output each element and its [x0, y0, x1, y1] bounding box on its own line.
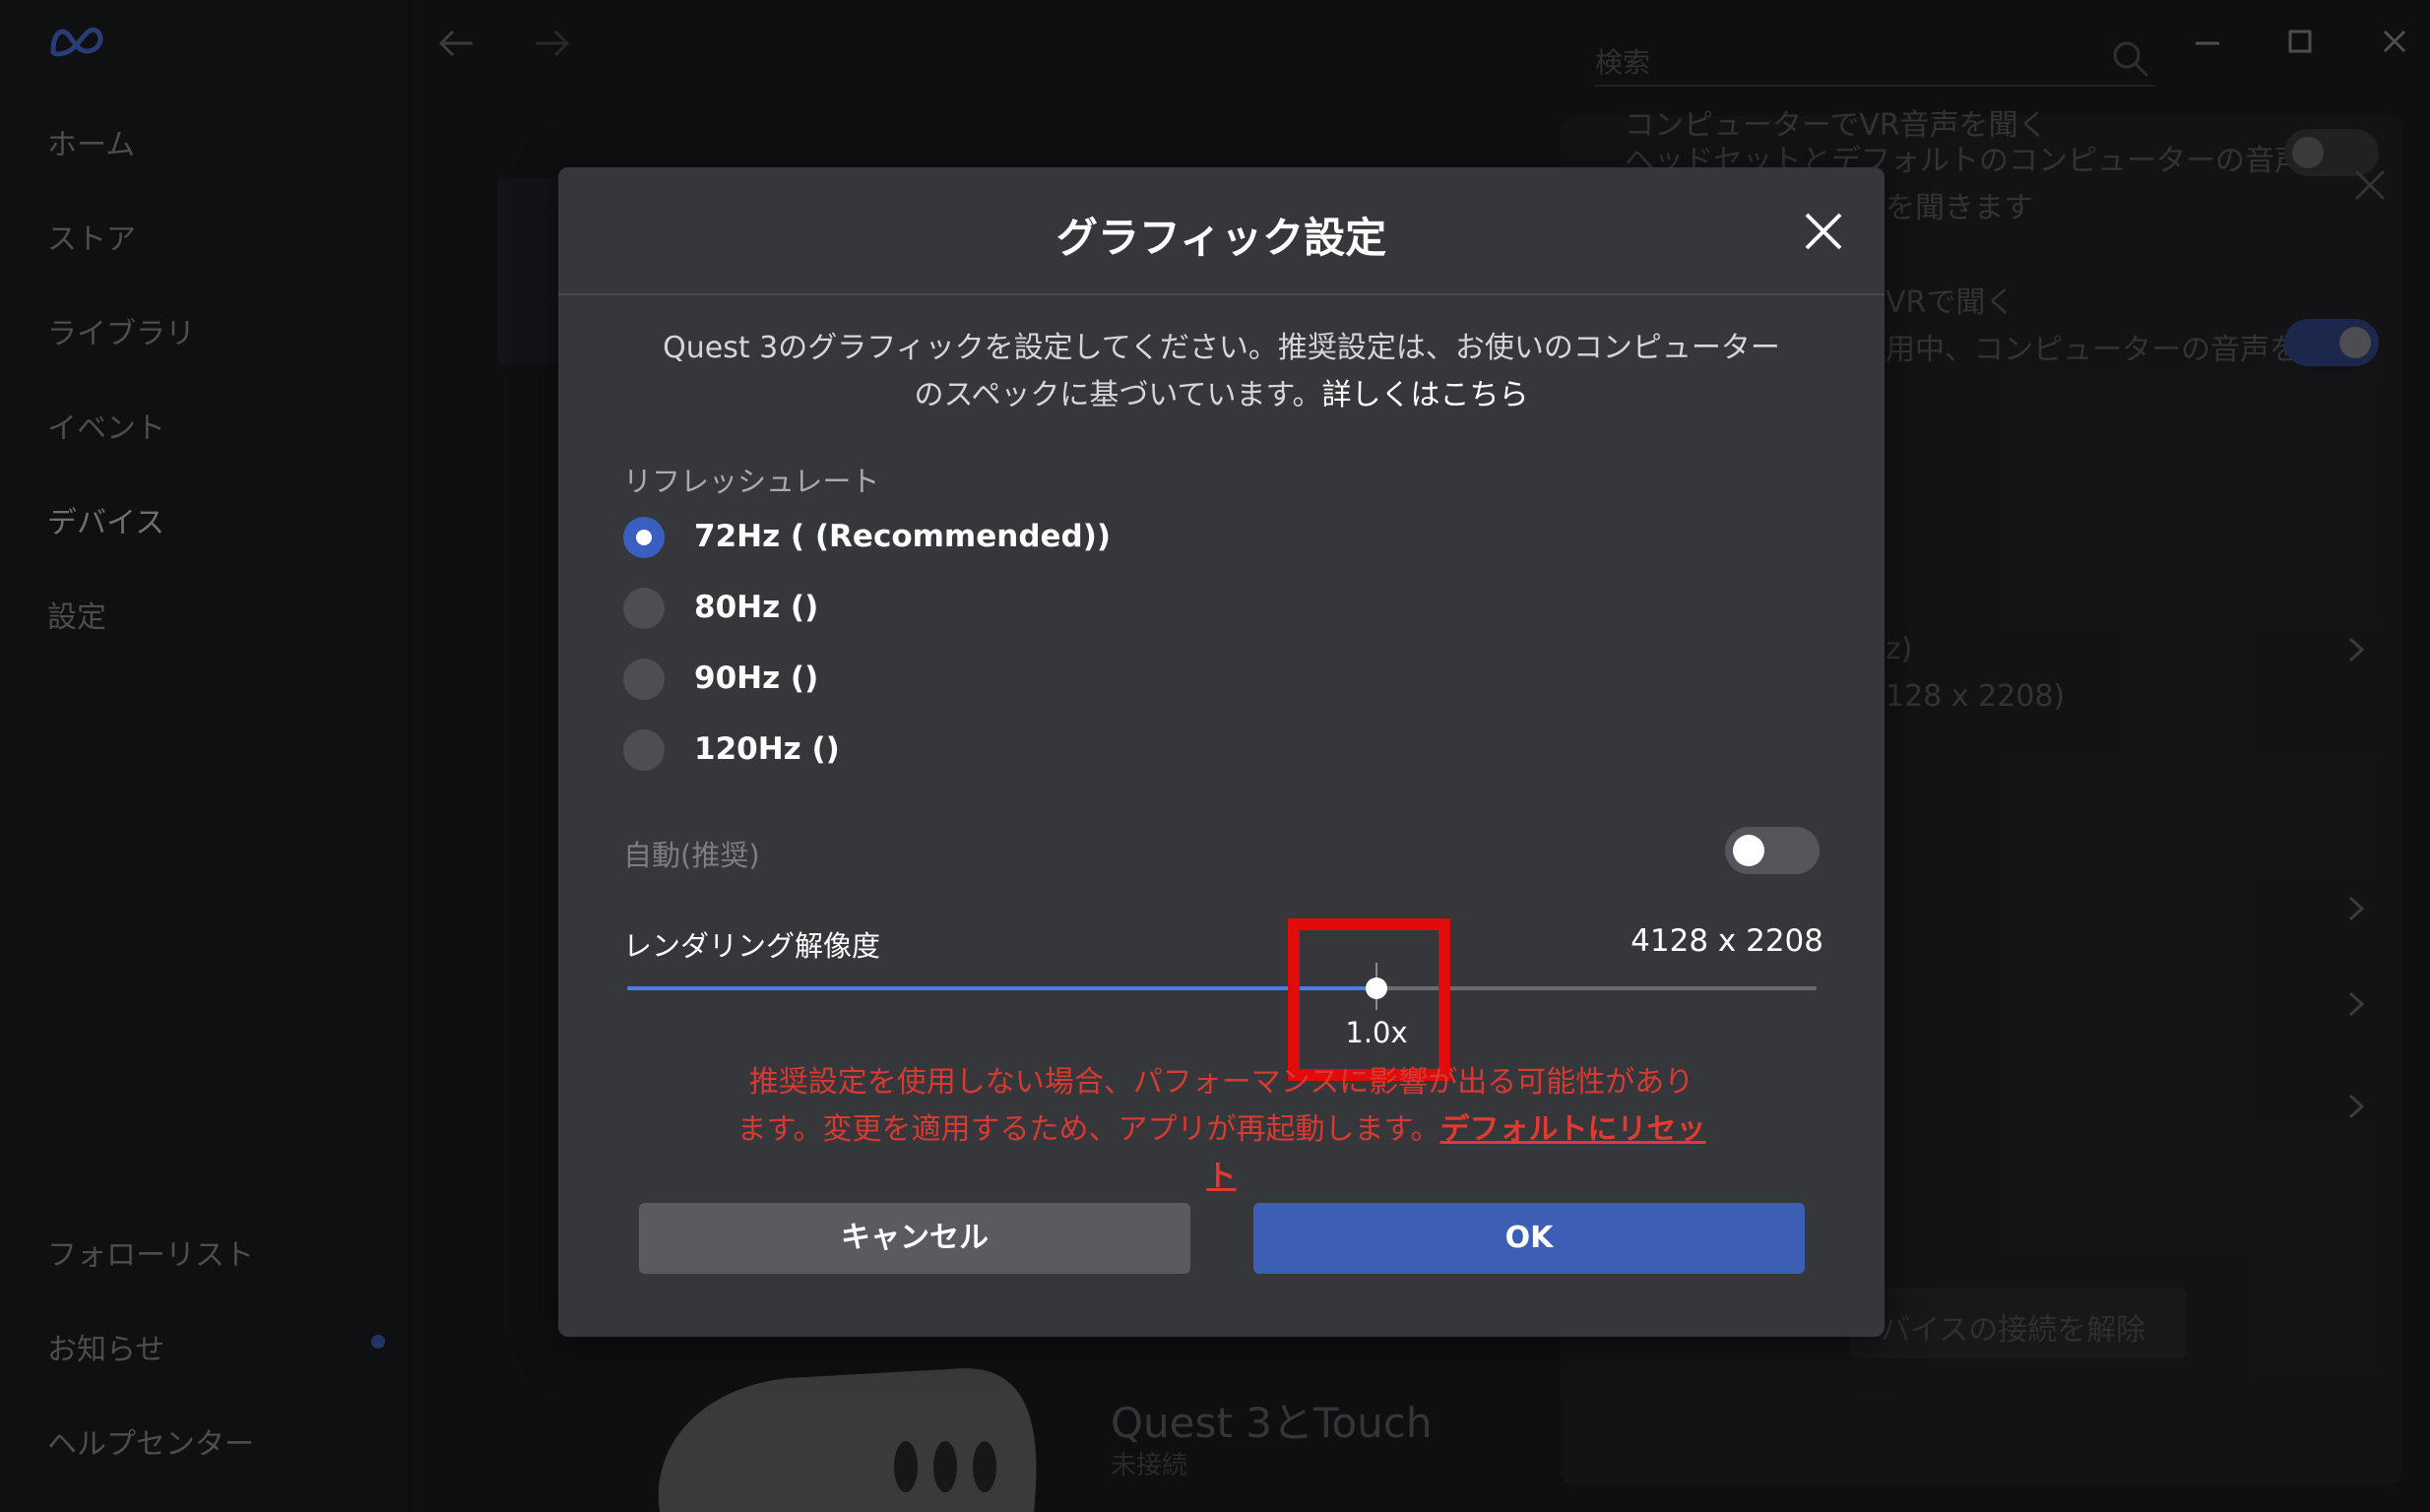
- radio-label: 72Hz ( (Recommended)): [694, 519, 1112, 554]
- highlight-box: [1288, 918, 1450, 1081]
- dialog-divider: [558, 293, 1885, 295]
- toggle-knob: [1733, 835, 1764, 866]
- auto-toggle[interactable]: [1725, 827, 1820, 874]
- graphics-settings-dialog: グラフィック設定 Quest 3のグラフィックを設定してください。推奨設定は、お…: [558, 167, 1885, 1337]
- warning-message: 推奨設定を使用しない場合、パフォーマンスに影響が出る可能性があります。変更を適用…: [735, 1059, 1707, 1201]
- cancel-button[interactable]: キャンセル: [639, 1203, 1190, 1274]
- radio-label: 90Hz (): [694, 661, 819, 696]
- dialog-description: Quest 3のグラフィックを設定してください。推奨設定は、お使いのコンピュータ…: [657, 325, 1786, 419]
- close-icon[interactable]: [1799, 207, 1848, 256]
- resolution-slider-fill: [627, 986, 1377, 990]
- radio-label: 120Hz (): [694, 731, 840, 767]
- refresh-rate-option-90[interactable]: 90Hz (): [623, 659, 1116, 702]
- refresh-rate-option-80[interactable]: 80Hz (): [623, 588, 1116, 631]
- refresh-rate-label: リフレッシュレート: [623, 465, 880, 498]
- radio-label: 80Hz (): [694, 590, 819, 625]
- ok-button[interactable]: OK: [1253, 1203, 1805, 1274]
- radio-button[interactable]: [623, 659, 665, 700]
- refresh-rate-option-120[interactable]: 120Hz (): [623, 729, 1116, 773]
- radio-button[interactable]: [623, 729, 665, 771]
- description-text: Quest 3のグラフィックを設定してください。推奨設定は、お使いのコンピュータ…: [663, 331, 1780, 412]
- rendering-resolution-label: レンダリング解像度: [623, 929, 881, 963]
- rendering-resolution-value: 4128 x 2208: [1631, 923, 1823, 959]
- radio-button[interactable]: [623, 588, 665, 629]
- radio-button[interactable]: [623, 517, 665, 558]
- refresh-rate-option-72[interactable]: 72Hz ( (Recommended)): [623, 517, 1116, 560]
- learn-more-link[interactable]: 詳しくはこちら: [1322, 378, 1529, 412]
- auto-label: 自動(推奨): [623, 839, 760, 872]
- resolution-slider-track[interactable]: [627, 986, 1817, 990]
- dialog-title: グラフィック設定: [1055, 214, 1387, 262]
